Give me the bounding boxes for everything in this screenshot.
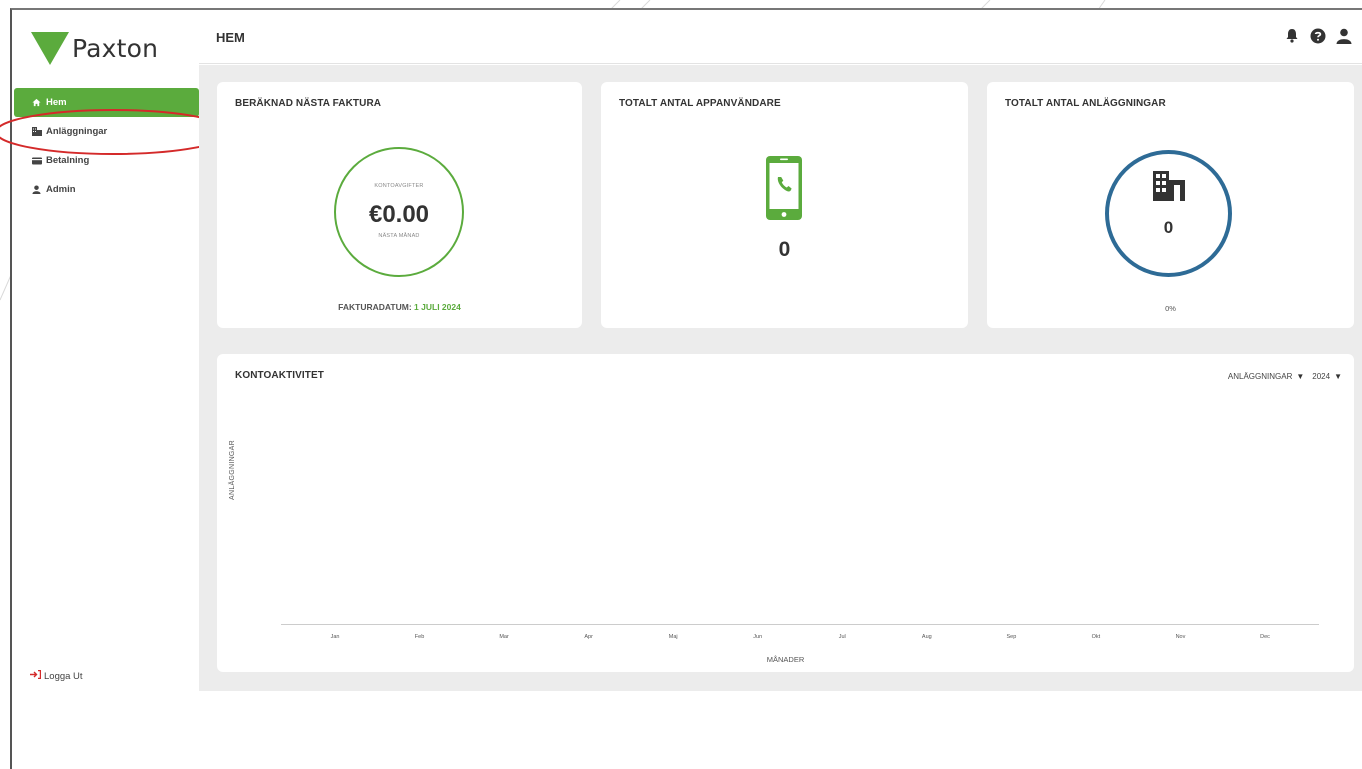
- invoice-date: FAKTURADATUM: 1 JULI 2024: [217, 302, 582, 312]
- logo-text: Paxton: [72, 33, 159, 63]
- sites-percent: 0%: [1165, 304, 1176, 313]
- x-tick-label: Jun: [753, 634, 763, 640]
- x-tick-label: Aug: [921, 634, 932, 640]
- logout-icon: [30, 669, 42, 682]
- sidebar-item-betalning[interactable]: Betalning: [14, 146, 199, 175]
- sidebar-item-hem[interactable]: Hem: [14, 88, 199, 117]
- x-tick-label: Sep: [1006, 634, 1017, 640]
- card-icon: [31, 156, 42, 166]
- top-header: HEM: [199, 10, 1362, 64]
- x-tick-label: Jan: [330, 634, 340, 640]
- x-tick-label: Okt: [1091, 634, 1101, 640]
- paxton-logo: Paxton: [30, 28, 158, 68]
- filter-year-value: 2024: [1312, 372, 1331, 381]
- next-month-caption: NÄSTA MÅNAD: [378, 233, 420, 239]
- chart-x-label: MÅNADER: [766, 655, 805, 664]
- sidebar: Paxton Hem Anläggningar Betalning Admin: [12, 10, 199, 769]
- x-tick-label: Mar: [499, 634, 509, 640]
- app-users-count: 0: [778, 238, 791, 261]
- sidebar-item-admin[interactable]: Admin: [14, 175, 199, 204]
- chart-y-label: ANLÄGGNINGAR: [229, 440, 236, 500]
- x-tick-label: Jul: [838, 634, 846, 640]
- fees-caption: KONTOAVGIFTER: [374, 183, 424, 189]
- filter-type-dropdown[interactable]: ANLÄGGNINGAR ▼: [1228, 372, 1304, 381]
- card-title: TOTALT ANTAL APPANVÄNDARE: [619, 98, 781, 109]
- page-title: HEM: [216, 30, 245, 45]
- bell-icon[interactable]: [1283, 27, 1300, 44]
- x-tick-label: Maj: [668, 634, 678, 640]
- phone-icon: [766, 156, 802, 220]
- sites-count: 0: [1163, 218, 1174, 237]
- sidebar-item-label: Betalning: [46, 155, 90, 166]
- help-icon[interactable]: [1309, 27, 1326, 44]
- invoice-date-value: 1 JULI 2024: [414, 302, 461, 312]
- x-tick-label: Feb: [414, 634, 425, 640]
- sidebar-item-anlaggningar[interactable]: Anläggningar: [14, 117, 199, 146]
- sidebar-item-label: Anläggningar: [46, 126, 108, 137]
- user-icon: [31, 185, 42, 195]
- card-title: KONTOAKTIVITET: [235, 370, 324, 381]
- card-title: BERÄKNAD NÄSTA FAKTURA: [235, 98, 382, 109]
- filter-year-dropdown[interactable]: 2024 ▼: [1312, 372, 1342, 381]
- caret-down-icon: ▼: [1296, 372, 1305, 381]
- home-icon: [31, 98, 42, 108]
- invoice-ring: KONTOAVGIFTER €0.00 NÄSTA MÅNAD: [334, 147, 464, 277]
- building-icon: [1153, 171, 1185, 201]
- invoice-date-label: FAKTURADATUM:: [338, 302, 412, 312]
- logout-label: Logga Ut: [44, 670, 83, 682]
- filter-type-value: ANLÄGGNINGAR: [1227, 372, 1293, 381]
- sidebar-item-label: Hem: [46, 97, 67, 108]
- x-tick-label: Nov: [1175, 634, 1186, 640]
- chart-filters: ANLÄGGNINGAR ▼ 2024 ▼: [1228, 372, 1342, 381]
- logout-button[interactable]: Logga Ut: [30, 669, 83, 682]
- app-users-card: TOTALT ANTAL APPANVÄNDARE 0: [601, 82, 968, 328]
- sites-card: TOTALT ANTAL ANLÄGGNINGAR 0 0%: [987, 82, 1354, 328]
- dashboard-content: BERÄKNAD NÄSTA FAKTURA KONTOAVGIFTER €0.…: [199, 65, 1362, 691]
- x-tick-label: Dec: [1260, 634, 1270, 640]
- card-title: TOTALT ANTAL ANLÄGGNINGAR: [1005, 98, 1166, 109]
- chart-x-axis: [281, 624, 1319, 625]
- user-icon[interactable]: [1335, 27, 1352, 44]
- invoice-amount: €0.00: [368, 201, 430, 228]
- x-tick-label: Apr: [584, 634, 593, 640]
- account-activity-card: KONTOAKTIVITET ANLÄGGNINGAR ▼ 2024 ▼ ANL…: [217, 354, 1354, 672]
- logo-triangle-icon: [31, 32, 69, 65]
- sites-ring: 0: [1105, 150, 1232, 277]
- header-icons: [1283, 27, 1352, 44]
- invoice-card: BERÄKNAD NÄSTA FAKTURA KONTOAVGIFTER €0.…: [217, 82, 582, 328]
- sidebar-nav: Hem Anläggningar Betalning Admin: [14, 88, 199, 204]
- building-icon: [31, 127, 42, 137]
- sidebar-item-label: Admin: [46, 184, 76, 195]
- caret-down-icon: ▼: [1334, 372, 1342, 381]
- chart-x-ticks: Jan Feb Mar Apr Maj Jun Jul Aug Sep Okt Nov Dec: [281, 634, 1319, 646]
